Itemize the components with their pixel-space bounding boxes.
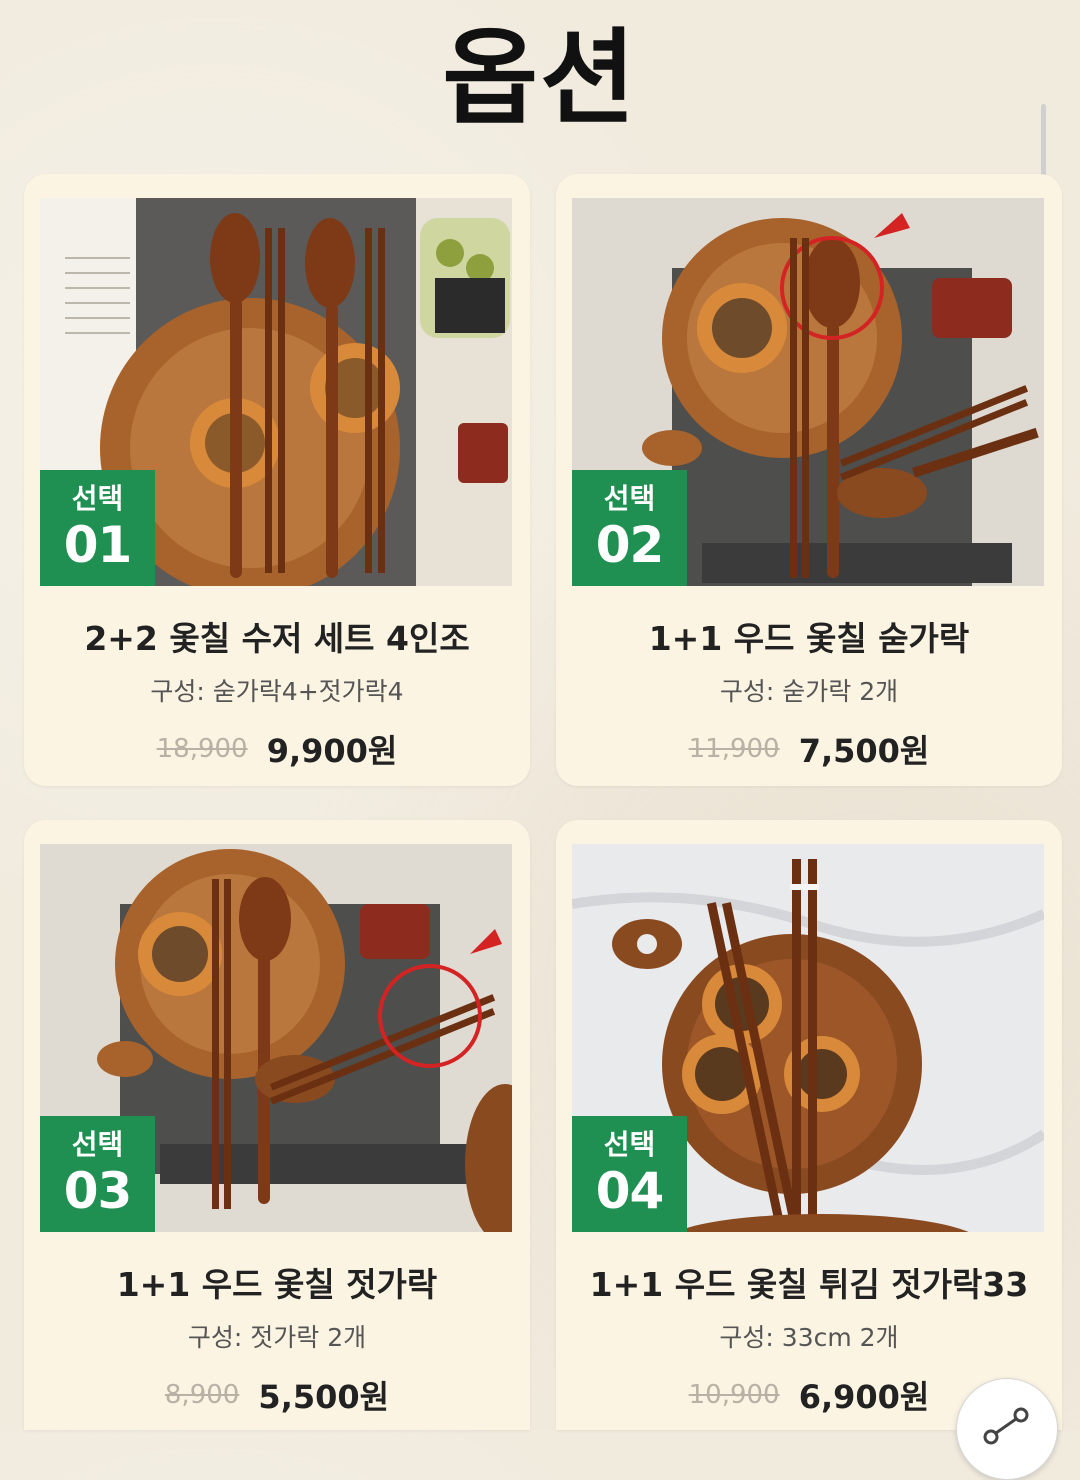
option-composition: 구성: 젓가락 2개	[187, 1323, 367, 1352]
option-name: 1+1 우드 옻칠 젓가락	[116, 1265, 438, 1304]
original-price: 10,900	[688, 1380, 780, 1410]
page-title: 옵션	[442, 17, 638, 139]
option-card-01[interactable]: 선택 01 2+2 옻칠 수저 세트 4인조 구성: 숟가락4+젓가락4 18,…	[24, 174, 530, 786]
badge-number: 04	[595, 1162, 665, 1220]
badge-number: 01	[63, 516, 133, 574]
share-icon	[983, 1407, 1029, 1445]
option-name: 2+2 옻칠 수저 세트 4인조	[84, 619, 470, 658]
option-badge: 선택 04	[572, 1116, 687, 1232]
option-name: 1+1 우드 옻칠 숟가락	[648, 619, 970, 658]
option-badge: 선택 01	[40, 470, 155, 586]
option-name: 1+1 우드 옻칠 튀김 젓가락33	[589, 1265, 1029, 1304]
product-photo: 선택 01	[40, 198, 512, 586]
badge-label: 선택	[71, 482, 124, 515]
option-badge: 선택 03	[40, 1116, 155, 1232]
product-photo: 선택 02	[572, 198, 1044, 586]
sale-price: 6,900원	[798, 1378, 930, 1416]
badge-label: 선택	[603, 1128, 656, 1161]
badge-label: 선택	[603, 482, 656, 515]
sale-price: 9,900원	[266, 732, 398, 770]
badge-number: 02	[595, 516, 665, 574]
badge-number: 03	[63, 1162, 133, 1220]
original-price: 8,900	[164, 1380, 240, 1410]
option-badge: 선택 02	[572, 470, 687, 586]
sale-price: 5,500원	[258, 1378, 390, 1416]
original-price: 11,900	[688, 734, 780, 764]
option-composition: 구성: 숟가락4+젓가락4	[150, 677, 404, 706]
price-row: 11,900 7,500원	[556, 726, 1062, 772]
product-photo: 선택 03	[40, 844, 512, 1232]
share-button[interactable]	[956, 1378, 1058, 1480]
option-composition: 구성: 33cm 2개	[719, 1323, 899, 1352]
sale-price: 7,500원	[798, 732, 930, 770]
badge-label: 선택	[71, 1128, 124, 1161]
option-composition: 구성: 숟가락 2개	[719, 677, 899, 706]
price-row: 8,900 5,500원	[24, 1372, 530, 1418]
product-photo: 선택 04	[572, 844, 1044, 1232]
option-card-02[interactable]: 선택 02 1+1 우드 옻칠 숟가락 구성: 숟가락 2개 11,900 7,…	[556, 174, 1062, 786]
option-card-04[interactable]: 선택 04 1+1 우드 옻칠 튀김 젓가락33 구성: 33cm 2개 10,…	[556, 820, 1062, 1430]
original-price: 18,900	[156, 734, 248, 764]
option-card-03[interactable]: 선택 03 1+1 우드 옻칠 젓가락 구성: 젓가락 2개 8,900 5,5…	[24, 820, 530, 1430]
price-row: 18,900 9,900원	[24, 726, 530, 772]
